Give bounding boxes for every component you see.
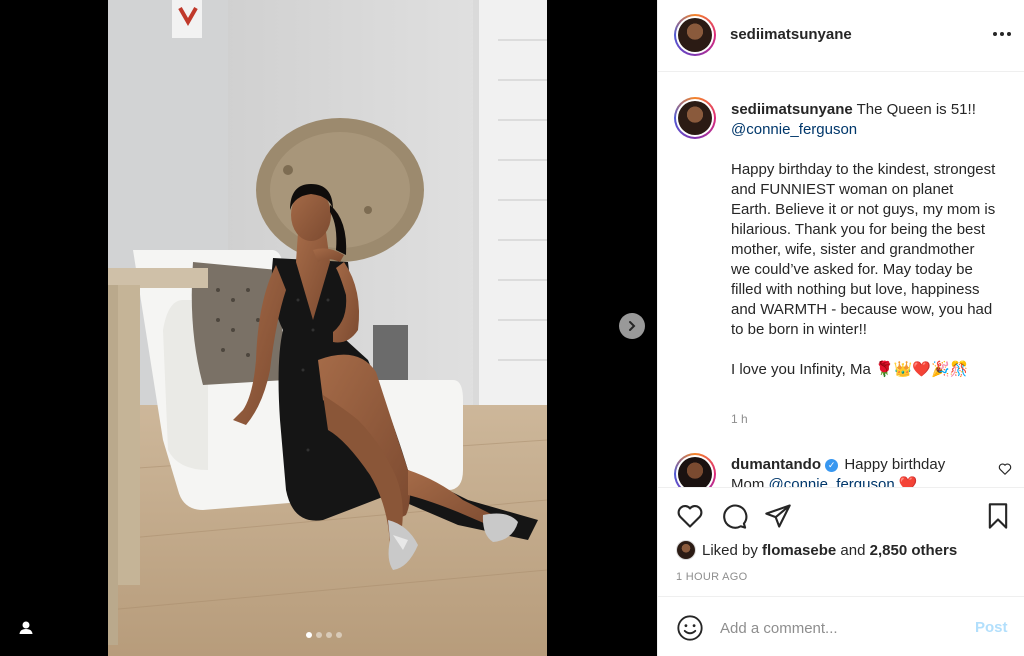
user-tag-icon: [19, 621, 33, 634]
post-timestamp[interactable]: 1 HOUR AGO: [676, 571, 747, 583]
heart-icon: [998, 463, 1012, 475]
comment-icon: [723, 504, 748, 529]
emoji-icon[interactable]: [676, 614, 704, 642]
post-actions: Liked by flomasebe and 2,850 others 1 HO…: [658, 487, 1024, 595]
commenter-username[interactable]: dumantando: [731, 456, 821, 473]
verified-badge-icon: ✓: [825, 459, 839, 472]
comment-body-line2: Mom: [731, 476, 765, 487]
like-button[interactable]: [676, 502, 704, 530]
caption-timestamp[interactable]: 1 h: [731, 412, 748, 426]
more-options-icon[interactable]: [992, 26, 1012, 46]
caption-username[interactable]: sediimatsunyane: [731, 101, 853, 118]
media-viewer: [0, 0, 657, 656]
caption-avatar[interactable]: [674, 97, 716, 139]
comment-like-button[interactable]: [998, 462, 1014, 478]
author-username[interactable]: sediimatsunyane: [730, 26, 852, 43]
caption-line1: The Queen is 51!!: [856, 101, 976, 118]
likes-summary: Liked by flomasebe and 2,850 others: [676, 539, 957, 561]
commenter-avatar[interactable]: [674, 453, 716, 487]
paper-plane-icon: [765, 504, 791, 528]
likes-joiner: and: [840, 541, 866, 559]
caption-text: sediimatsunyane The Queen is 51!! @conni…: [731, 100, 996, 380]
carousel-dot: [316, 632, 322, 638]
carousel-dot: [306, 632, 312, 638]
likes-prefix: Liked by: [702, 541, 758, 559]
bookmark-icon: [988, 503, 1008, 529]
post-image: [108, 0, 547, 656]
carousel-dot: [336, 632, 342, 638]
add-comment-bar: Post: [658, 596, 1024, 656]
share-button[interactable]: [764, 502, 792, 530]
heart-icon: [677, 505, 703, 528]
post-comment-button[interactable]: Post: [975, 619, 1008, 636]
comment-body: Happy birthday: [844, 456, 946, 473]
comment-button[interactable]: [720, 502, 748, 530]
next-photo-button[interactable]: [619, 313, 645, 339]
comment-input[interactable]: [720, 615, 960, 641]
caption-paragraph: Happy birthday to the kindest, strongest…: [731, 161, 996, 338]
author-avatar[interactable]: [674, 14, 716, 56]
post-panel: sediimatsunyane sediimatsunyane The Quee…: [657, 0, 1024, 656]
likes-count[interactable]: 2,850 others: [870, 542, 958, 559]
carousel-indicator: [306, 632, 342, 638]
comment-text: dumantando ✓ Happy birthday Mom @connie_…: [731, 455, 996, 487]
chevron-right-icon: [629, 321, 636, 331]
comment-emoji: ❤️: [898, 476, 918, 487]
post-header: sediimatsunyane: [658, 0, 1024, 72]
liker-username[interactable]: flomasebe: [762, 542, 836, 559]
carousel-dot: [326, 632, 332, 638]
caption-mention[interactable]: @connie_ferguson: [731, 121, 857, 138]
caption-signoff: I love you Infinity, Ma 🌹👑❤️🎉🎊: [731, 361, 969, 378]
user-tag-button[interactable]: [16, 618, 36, 638]
save-button[interactable]: [984, 502, 1012, 530]
post-photo[interactable]: [108, 0, 547, 656]
comments-section: sediimatsunyane The Queen is 51!! @conni…: [658, 73, 1024, 487]
comment-mention[interactable]: @connie_ferguson: [769, 476, 895, 487]
liker-avatar[interactable]: [676, 540, 696, 560]
